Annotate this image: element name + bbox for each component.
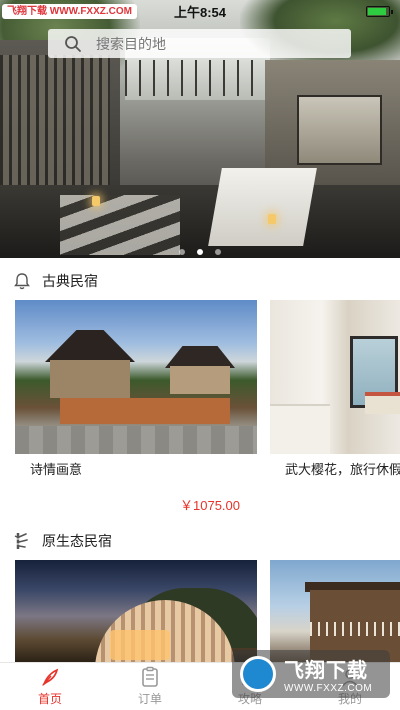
watermark-logo: 飞翔下载 WWW.FXXZ.COM (232, 650, 390, 698)
clipboard-icon (139, 666, 161, 688)
listing-card-image[interactable] (270, 560, 400, 662)
image-decor (365, 392, 400, 414)
image-decor (110, 630, 170, 660)
image-decor (165, 346, 235, 368)
listing-name[interactable]: 武大樱花，旅行休假 (285, 459, 400, 478)
listing-card-image[interactable] (15, 300, 257, 454)
tab-orders[interactable]: 订单 (100, 663, 200, 710)
battery-icon (366, 6, 393, 17)
image-decor (50, 360, 130, 398)
search-bar[interactable] (48, 29, 351, 58)
hero-decor (297, 95, 382, 165)
image-decor (60, 398, 230, 424)
hero-decor (92, 196, 100, 206)
listing-name[interactable]: 诗情画意 (30, 459, 82, 478)
section-header-eco: 原生态民宿 (12, 530, 112, 552)
carousel-dot[interactable] (215, 249, 222, 255)
watermark-main: 飞翔下载 (284, 660, 368, 682)
image-decor (15, 426, 257, 454)
image-decor (310, 622, 400, 636)
image-decor (170, 366, 230, 394)
section-header-classic: 古典民宿 (12, 270, 98, 292)
bell-icon (12, 271, 32, 291)
carousel-dot[interactable] (178, 249, 185, 255)
bamboo-icon (12, 531, 32, 551)
watermark-emblem (240, 656, 276, 692)
section-title: 古典民宿 (42, 273, 98, 289)
home-feather-icon (39, 666, 61, 688)
carousel-dot-active[interactable] (197, 249, 203, 255)
tab-label: 订单 (137, 692, 162, 706)
tab-home[interactable]: 首页 (0, 663, 100, 710)
hero-decor (268, 214, 276, 224)
status-bar: 飞翔下载 WWW.FXXZ.COM 上午8:54 (0, 0, 400, 22)
listing-card-image[interactable] (15, 560, 257, 662)
listing-price: ￥1075.00 (180, 498, 240, 513)
listing-card-image[interactable] (270, 300, 400, 454)
status-time: 上午8:54 (173, 5, 227, 20)
search-icon (64, 35, 82, 53)
watermark-url: WWW.FXXZ.COM (284, 683, 373, 694)
watermark-text: 飞翔下载 WWW.FXXZ.COM (284, 654, 372, 694)
image-decor (45, 330, 135, 362)
hero-decor (208, 168, 317, 246)
image-decor (270, 404, 330, 454)
tab-label: 首页 (37, 692, 62, 706)
section-title: 原生态民宿 (42, 533, 112, 549)
search-input[interactable] (96, 35, 316, 52)
carousel-indicator (0, 242, 400, 260)
